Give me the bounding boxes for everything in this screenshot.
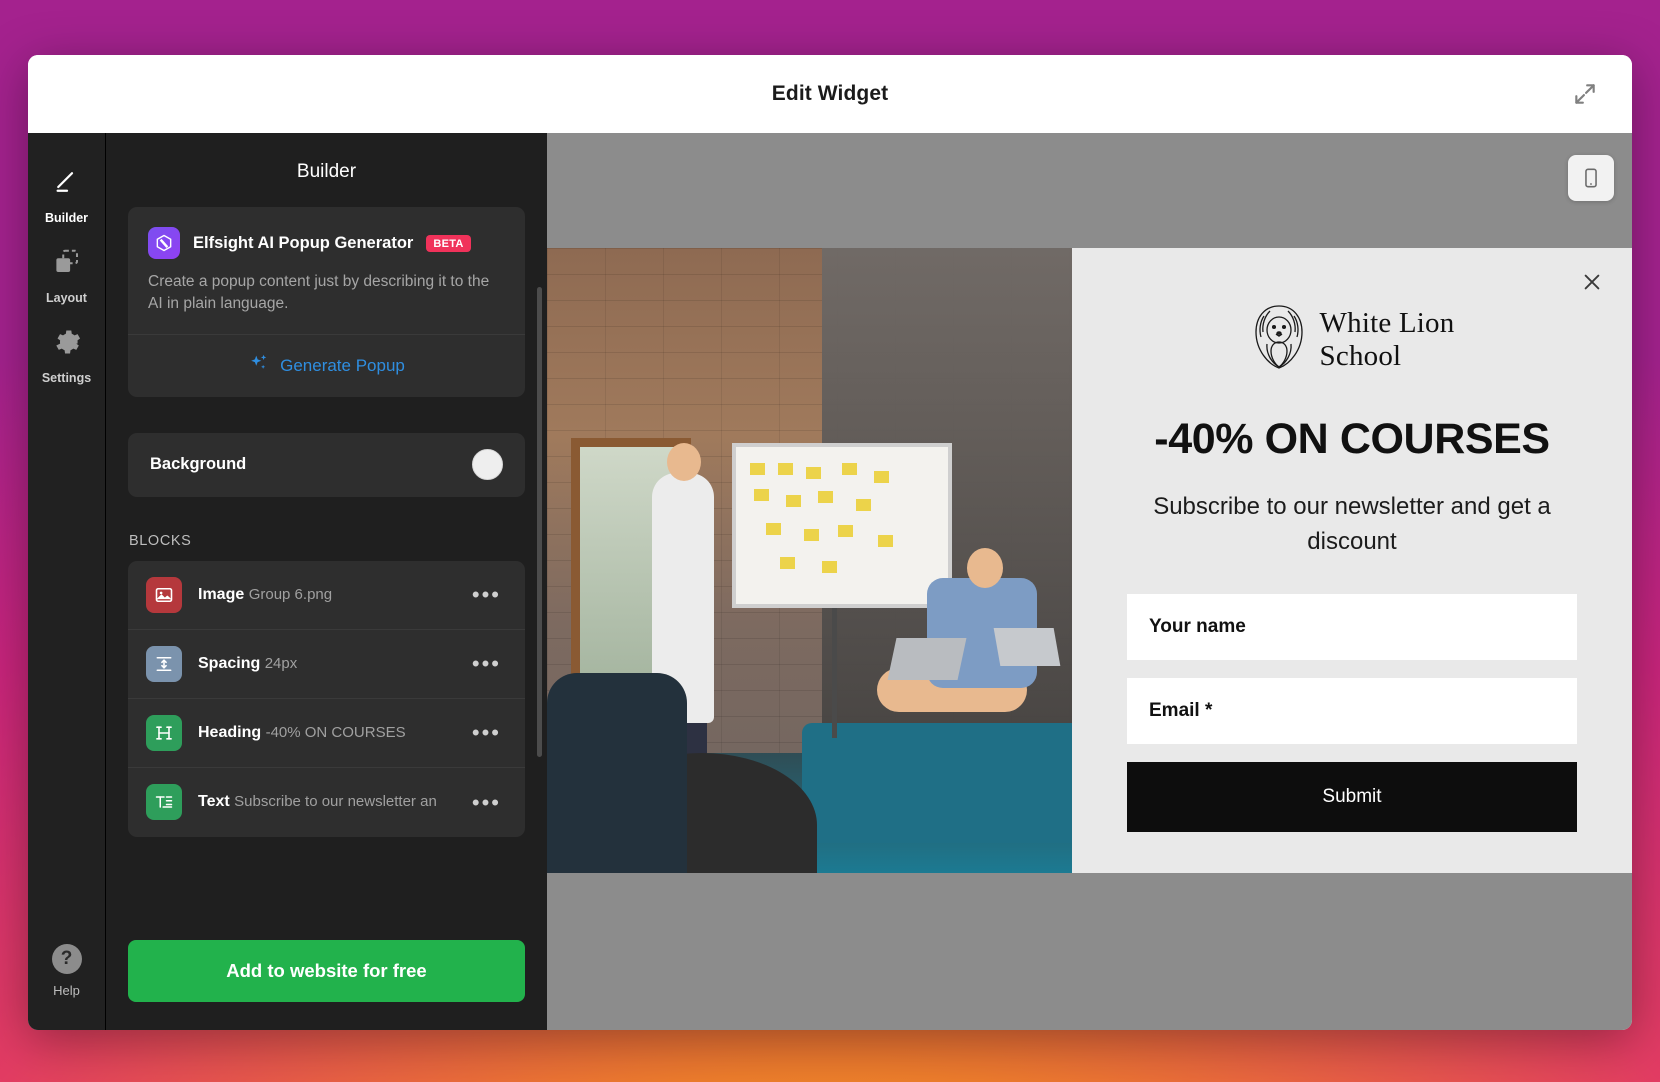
builder-panel-footer: Add to website for free bbox=[106, 920, 547, 1030]
block-subtitle: Group 6.png bbox=[248, 585, 333, 603]
block-more-menu-icon[interactable]: ••• bbox=[466, 791, 507, 813]
brand-logo-line1: White Lion bbox=[1319, 307, 1455, 340]
add-to-website-button[interactable]: Add to website for free bbox=[128, 940, 525, 1002]
popup-image bbox=[547, 248, 1072, 873]
popup-content: White Lion School -40% ON COURSES Subscr… bbox=[1072, 248, 1632, 873]
popup-subtext: Subscribe to our newsletter and get a di… bbox=[1153, 493, 1551, 555]
sidebar-item-label: Settings bbox=[41, 371, 92, 385]
close-x-icon[interactable] bbox=[1578, 268, 1606, 296]
popup-heading: -40% ON COURSES bbox=[1154, 415, 1550, 463]
gear-icon bbox=[52, 327, 82, 362]
list-item[interactable]: Image Group 6.png ••• bbox=[128, 561, 525, 630]
name-field[interactable]: Your name bbox=[1127, 593, 1577, 660]
block-name: Heading bbox=[198, 723, 262, 741]
block-name: Text bbox=[198, 793, 230, 811]
generate-popup-label: Generate Popup bbox=[280, 355, 405, 375]
blocks-list: Image Group 6.png ••• Spacing 24px ••• H… bbox=[128, 560, 525, 837]
expand-arrows-icon[interactable] bbox=[1568, 77, 1602, 111]
beta-badge: BETA bbox=[426, 234, 471, 252]
help-button[interactable]: ? Help bbox=[28, 932, 106, 1030]
page-title: Edit Widget bbox=[771, 82, 889, 105]
list-item[interactable]: Spacing 24px ••• bbox=[128, 630, 525, 699]
block-subtitle: -40% ON COURSES bbox=[265, 723, 406, 741]
sparkles-icon bbox=[248, 352, 270, 379]
sidebar-item-builder[interactable]: Builder bbox=[28, 155, 106, 235]
ai-card-description: Create a popup content just by describin… bbox=[148, 273, 490, 313]
block-more-menu-icon[interactable]: ••• bbox=[466, 722, 507, 744]
generate-popup-button[interactable]: Generate Popup bbox=[128, 333, 525, 397]
sidebar-item-layout[interactable]: Layout bbox=[28, 235, 106, 315]
background-label: Background bbox=[150, 455, 247, 474]
window-body: Builder Layout Settings ? Help Builder E… bbox=[28, 133, 1632, 1030]
edit-widget-window: Edit Widget Builder Layout Settings ? He… bbox=[28, 55, 1632, 1030]
ai-card-title: Elfsight AI Popup Generator bbox=[193, 233, 414, 252]
builder-panel-title: Builder bbox=[296, 161, 357, 182]
elfsight-logo-icon bbox=[148, 227, 180, 259]
question-mark-icon: ? bbox=[51, 944, 82, 974]
brand-logo-line2: School bbox=[1319, 339, 1402, 372]
layout-icon bbox=[52, 247, 82, 282]
block-more-menu-icon[interactable]: ••• bbox=[466, 584, 507, 606]
ai-popup-generator-card: Elfsight AI Popup Generator BETA Create … bbox=[128, 207, 525, 397]
list-item[interactable]: Heading -40% ON COURSES ••• bbox=[128, 699, 525, 768]
block-text: Text Subscribe to our newsletter an bbox=[198, 792, 450, 812]
block-subtitle: 24px bbox=[264, 654, 298, 672]
email-field[interactable]: Email * bbox=[1127, 677, 1577, 744]
builder-panel-scroll[interactable]: Elfsight AI Popup Generator BETA Create … bbox=[106, 203, 547, 920]
image-icon bbox=[146, 576, 182, 613]
email-field-label: Email * bbox=[1149, 699, 1213, 721]
text-icon bbox=[146, 784, 182, 821]
name-field-label: Your name bbox=[1149, 615, 1246, 637]
sidebar-item-label: Layout bbox=[46, 291, 87, 305]
newsletter-popup: White Lion School -40% ON COURSES Subscr… bbox=[547, 248, 1632, 873]
ai-card-body: Elfsight AI Popup Generator BETA Create … bbox=[128, 207, 525, 334]
block-name: Spacing bbox=[198, 654, 261, 672]
block-name: Image bbox=[198, 585, 245, 603]
background-color-swatch[interactable] bbox=[472, 449, 503, 481]
background-row[interactable]: Background bbox=[128, 432, 525, 497]
help-label: Help bbox=[53, 983, 80, 998]
block-text: Spacing 24px bbox=[198, 654, 450, 674]
mobile-phone-icon[interactable] bbox=[1568, 155, 1614, 201]
spacing-icon bbox=[146, 645, 182, 682]
left-icon-rail: Builder Layout Settings ? Help bbox=[28, 133, 106, 1030]
brand-logo-text: White Lion School bbox=[1320, 307, 1455, 372]
blocks-section-title: BLOCKS bbox=[129, 532, 192, 549]
window-titlebar: Edit Widget bbox=[28, 55, 1632, 133]
submit-button[interactable]: Submit bbox=[1127, 761, 1577, 832]
popup-preview-area: White Lion School -40% ON COURSES Subscr… bbox=[547, 133, 1632, 1030]
block-more-menu-icon[interactable]: ••• bbox=[466, 653, 507, 675]
brand-logo: White Lion School bbox=[1127, 304, 1577, 375]
block-text: Heading -40% ON COURSES bbox=[198, 723, 450, 743]
ai-card-header: Elfsight AI Popup Generator BETA bbox=[148, 227, 505, 259]
builder-panel: Builder Elfsight AI Popup Generator BETA… bbox=[106, 133, 547, 1030]
list-item[interactable]: Text Subscribe to our newsletter an ••• bbox=[128, 768, 525, 837]
panel-scrollbar[interactable] bbox=[537, 287, 542, 757]
sidebar-item-settings[interactable]: Settings bbox=[28, 315, 106, 395]
lion-head-icon bbox=[1250, 304, 1308, 375]
block-text: Image Group 6.png bbox=[198, 585, 450, 605]
sidebar-item-label: Builder bbox=[44, 211, 89, 225]
pencil-icon bbox=[52, 167, 82, 202]
heading-icon bbox=[146, 714, 182, 751]
block-subtitle: Subscribe to our newsletter an bbox=[234, 793, 437, 811]
